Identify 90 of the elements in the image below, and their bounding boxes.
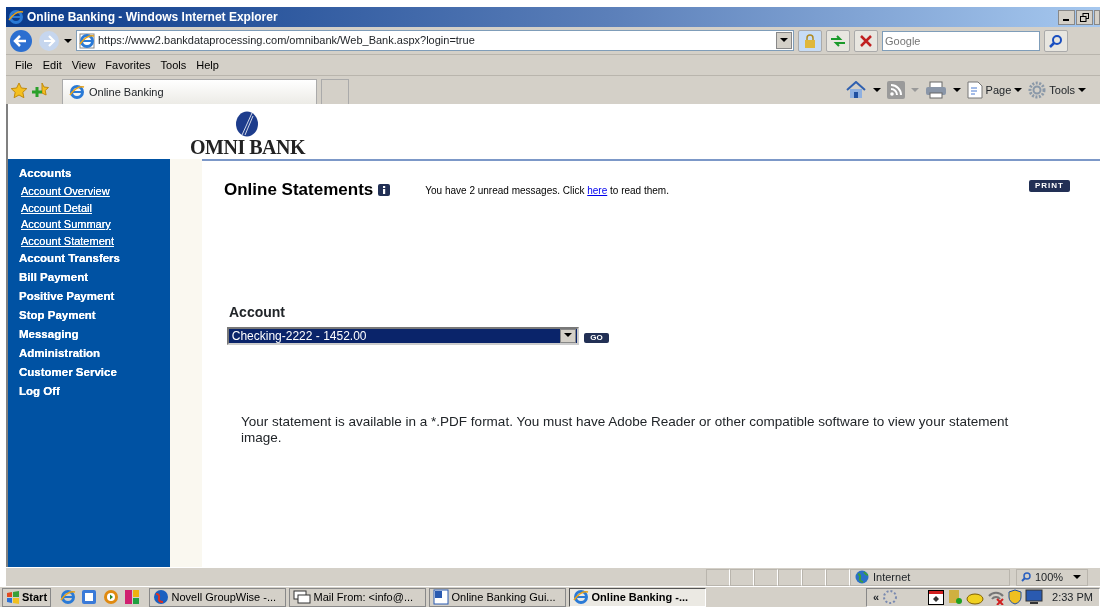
search-field[interactable]: Google [882, 30, 1040, 51]
message-link[interactable]: here [587, 185, 608, 197]
browser-tab[interactable]: Online Banking [62, 79, 317, 104]
dropdown-icon[interactable] [563, 333, 572, 338]
print-button[interactable]: PRINT [1029, 180, 1070, 192]
dropdown-icon[interactable] [64, 37, 72, 44]
home-icon[interactable] [844, 81, 867, 99]
menu-item[interactable]: Favorites [100, 56, 156, 74]
bank-name: OMNI BANK [190, 137, 305, 159]
minimize-button[interactable] [1058, 9, 1075, 25]
window-title: Online Banking - Windows Internet Explorer [27, 9, 278, 26]
status-panel [802, 568, 826, 586]
status-panel [730, 568, 754, 586]
status-panel [754, 568, 778, 586]
status-panel [826, 568, 850, 586]
sidebar-link[interactable]: Account Overview [8, 183, 170, 200]
status-panel [706, 568, 730, 586]
network-icon [882, 590, 899, 604]
refresh-icon [830, 33, 846, 48]
stop-button[interactable] [854, 29, 878, 52]
gear-icon [1028, 81, 1047, 99]
restore-icon [1080, 12, 1089, 22]
menu-item[interactable]: View [66, 56, 101, 74]
bank-logo-icon [235, 111, 260, 137]
add-favorite-icon[interactable] [32, 81, 50, 99]
zoom-control[interactable]: 100% [1016, 568, 1088, 586]
sidebar-item[interactable]: Accounts [8, 164, 170, 183]
sidebar-link[interactable]: Account Detail [8, 199, 170, 216]
printer-icon[interactable] [924, 81, 947, 99]
dropdown-icon[interactable] [952, 87, 961, 93]
close-icon [860, 34, 872, 47]
menu-item[interactable]: File [10, 56, 38, 74]
sidebar-item[interactable]: Administration [8, 344, 170, 363]
page-icon [79, 32, 95, 49]
lock-icon [804, 33, 816, 48]
account-select[interactable]: Checking-2222 - 1452.00 [226, 326, 579, 345]
sidebar-item[interactable]: Stop Payment [8, 306, 170, 325]
restore-button[interactable] [1076, 9, 1093, 25]
security-zone: Internet [850, 568, 1010, 586]
taskbar-button[interactable]: Online Banking Gui... [428, 587, 566, 607]
clock: 2:33 PM [1052, 589, 1093, 605]
start-button[interactable]: Start [2, 587, 52, 607]
status-panel [778, 568, 802, 586]
info-icon[interactable] [378, 183, 391, 196]
windows-logo-icon [6, 590, 20, 604]
sidebar-link[interactable]: Account Summary [8, 216, 170, 233]
command-button[interactable]: Tools [1028, 81, 1086, 99]
sidebar-item[interactable]: Account Transfers [8, 249, 170, 268]
sidebar-link[interactable]: Account Statement [8, 232, 170, 249]
menu-item[interactable]: Tools [155, 56, 192, 74]
menu-item[interactable]: Help [191, 56, 224, 74]
search-button[interactable] [1044, 29, 1068, 52]
sidebar-item[interactable]: Log Off [8, 382, 170, 401]
globe-icon [152, 589, 169, 605]
sidebar-item[interactable]: Bill Payment [8, 268, 170, 287]
command-button[interactable]: Page [966, 81, 1023, 99]
account-label: Account [229, 302, 286, 322]
page-title: Online Statements [224, 179, 374, 201]
browser-icon [572, 589, 589, 605]
unread-messages-text: You have 2 unread messages. Click here to read them. [425, 184, 669, 199]
dropdown-icon[interactable] [872, 87, 881, 93]
menu-item[interactable]: Edit [37, 56, 67, 74]
address-field[interactable]: https://www2.bankdataprocessing.com/omnibank/Web_Bank.aspx?login=true [76, 30, 794, 51]
browser-icon [8, 9, 24, 25]
security-icon [1008, 589, 1023, 605]
monitor-icon [1025, 589, 1044, 605]
app-icon[interactable] [124, 589, 141, 605]
browser-icon[interactable] [59, 589, 76, 605]
taskbar-button[interactable]: Novell GroupWise -... [148, 587, 286, 607]
browser-icon [69, 84, 85, 100]
globe-icon [855, 570, 869, 584]
taskbar-button[interactable]: Mail From: <info@... [288, 587, 426, 607]
go-button[interactable]: GO [584, 332, 609, 343]
sidebar-item[interactable]: Messaging [8, 325, 170, 344]
refresh-button[interactable] [826, 29, 850, 52]
mail-icon [292, 590, 311, 604]
star-icon[interactable] [10, 81, 28, 99]
sidebar-item[interactable]: Customer Service [8, 363, 170, 382]
search-icon [1049, 33, 1063, 48]
back-icon[interactable] [8, 28, 34, 53]
media-player-icon[interactable] [102, 589, 119, 605]
show-hidden-icons-button[interactable]: « [873, 588, 880, 606]
feed-icon[interactable] [886, 81, 905, 99]
zoom-icon [1021, 572, 1031, 582]
taskbar-button[interactable]: Online Banking -... [568, 587, 706, 607]
sidebar-item[interactable]: Positive Payment [8, 287, 170, 306]
dropdown-icon[interactable] [780, 38, 788, 43]
notice-text: Your statement is available in a *.PDF format. You must have Adobe Reader or other compatible software to view your statement image. [241, 413, 1010, 446]
page-icon [966, 81, 983, 99]
wifi-icon [987, 589, 1006, 605]
